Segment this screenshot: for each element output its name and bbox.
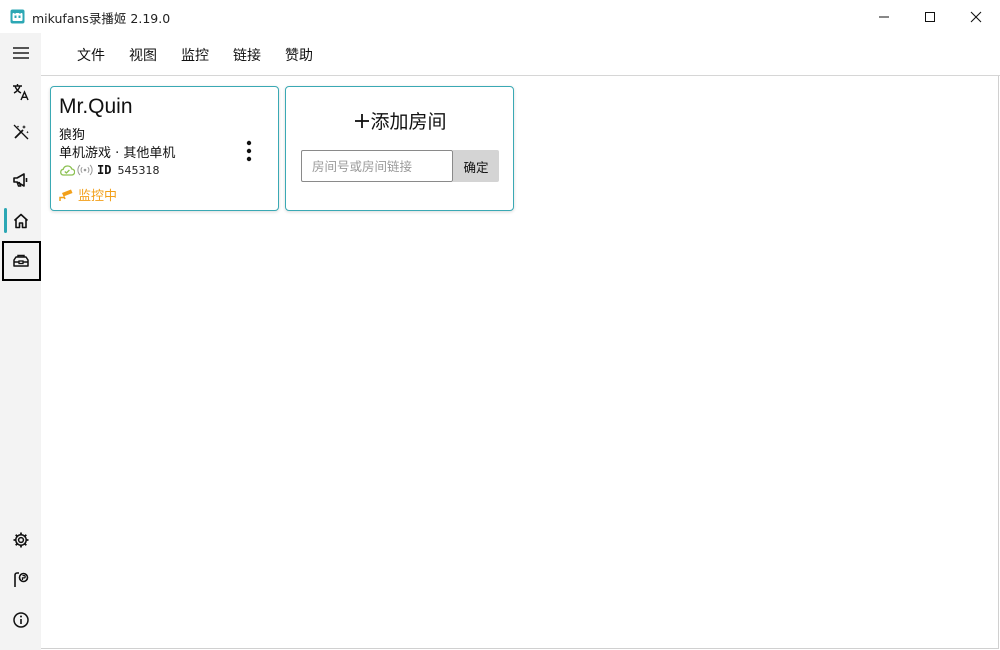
menu-file[interactable]: 文件 [77,45,105,65]
cloud-check-icon [60,165,75,176]
toolbox-icon [12,254,29,267]
cctv-camera-icon [59,189,73,201]
room-streamer-name: Mr.Quin [59,95,133,118]
maximize-button[interactable] [907,0,953,33]
room-title: 狼狗 [59,128,86,143]
gear-icon [13,532,28,548]
menu-bar: 文件 视图 监控 链接 赞助 [41,33,1000,76]
minimize-icon [879,16,889,17]
sidebar-item-home[interactable] [0,201,41,241]
close-button[interactable] [953,0,999,33]
plus-icon [355,114,370,128]
title-bar: mikufans录播姬 2.19.0 [0,0,1000,33]
menu-monitor[interactable]: 监控 [181,45,209,65]
room-status-label: 监控中 [78,189,118,204]
room-id-value: 545318 [117,163,160,177]
add-room-title: 添加房间 [286,107,515,134]
add-room-confirm-button[interactable]: 确定 [453,150,499,182]
sidebar-item-announcements[interactable] [0,160,41,200]
megaphone-icon [12,173,27,187]
sidebar-item-toolbox-icon-wrap [0,241,41,281]
menu-view[interactable]: 视图 [129,45,157,65]
room-category: 单机游戏 · 其他单机 [59,146,176,161]
sidebar-item-settings[interactable] [0,520,41,560]
broadcast-icon [77,164,93,176]
window-title: mikufans录播姬 2.19.0 [32,11,171,26]
sidebar-item-language[interactable] [0,72,41,112]
sidebar-item-effects[interactable] [0,112,41,152]
room-id-label: ID [97,163,112,177]
room-more-button[interactable] [239,137,259,165]
room-card[interactable]: Mr.Quin 狼狗 单机游戏 · 其他单机 ID 545318 监控中 [50,86,279,211]
maximize-icon [925,11,935,22]
minimize-button[interactable] [861,0,907,33]
mikufans-app-icon [10,9,25,24]
close-icon [970,11,982,22]
menu-sponsor[interactable]: 赞助 [285,45,313,65]
sidebar [0,33,41,650]
home-icon [13,213,28,229]
translate-icon [12,84,29,101]
info-icon [12,612,29,628]
magic-wand-off-icon [13,124,29,140]
sidebar-item-menu[interactable] [0,33,41,73]
more-vertical-icon [246,140,252,162]
room-status: 监控中 [59,185,117,204]
sidebar-item-about[interactable] [0,600,41,640]
room-id-line: ID 545318 [59,162,159,178]
parking-sign-icon [13,572,28,587]
menu-icon [12,47,29,59]
sidebar-item-sponsor-page[interactable] [0,560,41,600]
add-room-title-text: 添加房间 [370,111,447,133]
room-id-input[interactable] [301,150,453,182]
menu-links[interactable]: 链接 [233,45,261,65]
add-room-card: 添加房间 确定 [285,86,514,211]
room-list-area: Mr.Quin 狼狗 单机游戏 · 其他单机 ID 545318 监控中 添加房… [41,76,999,649]
